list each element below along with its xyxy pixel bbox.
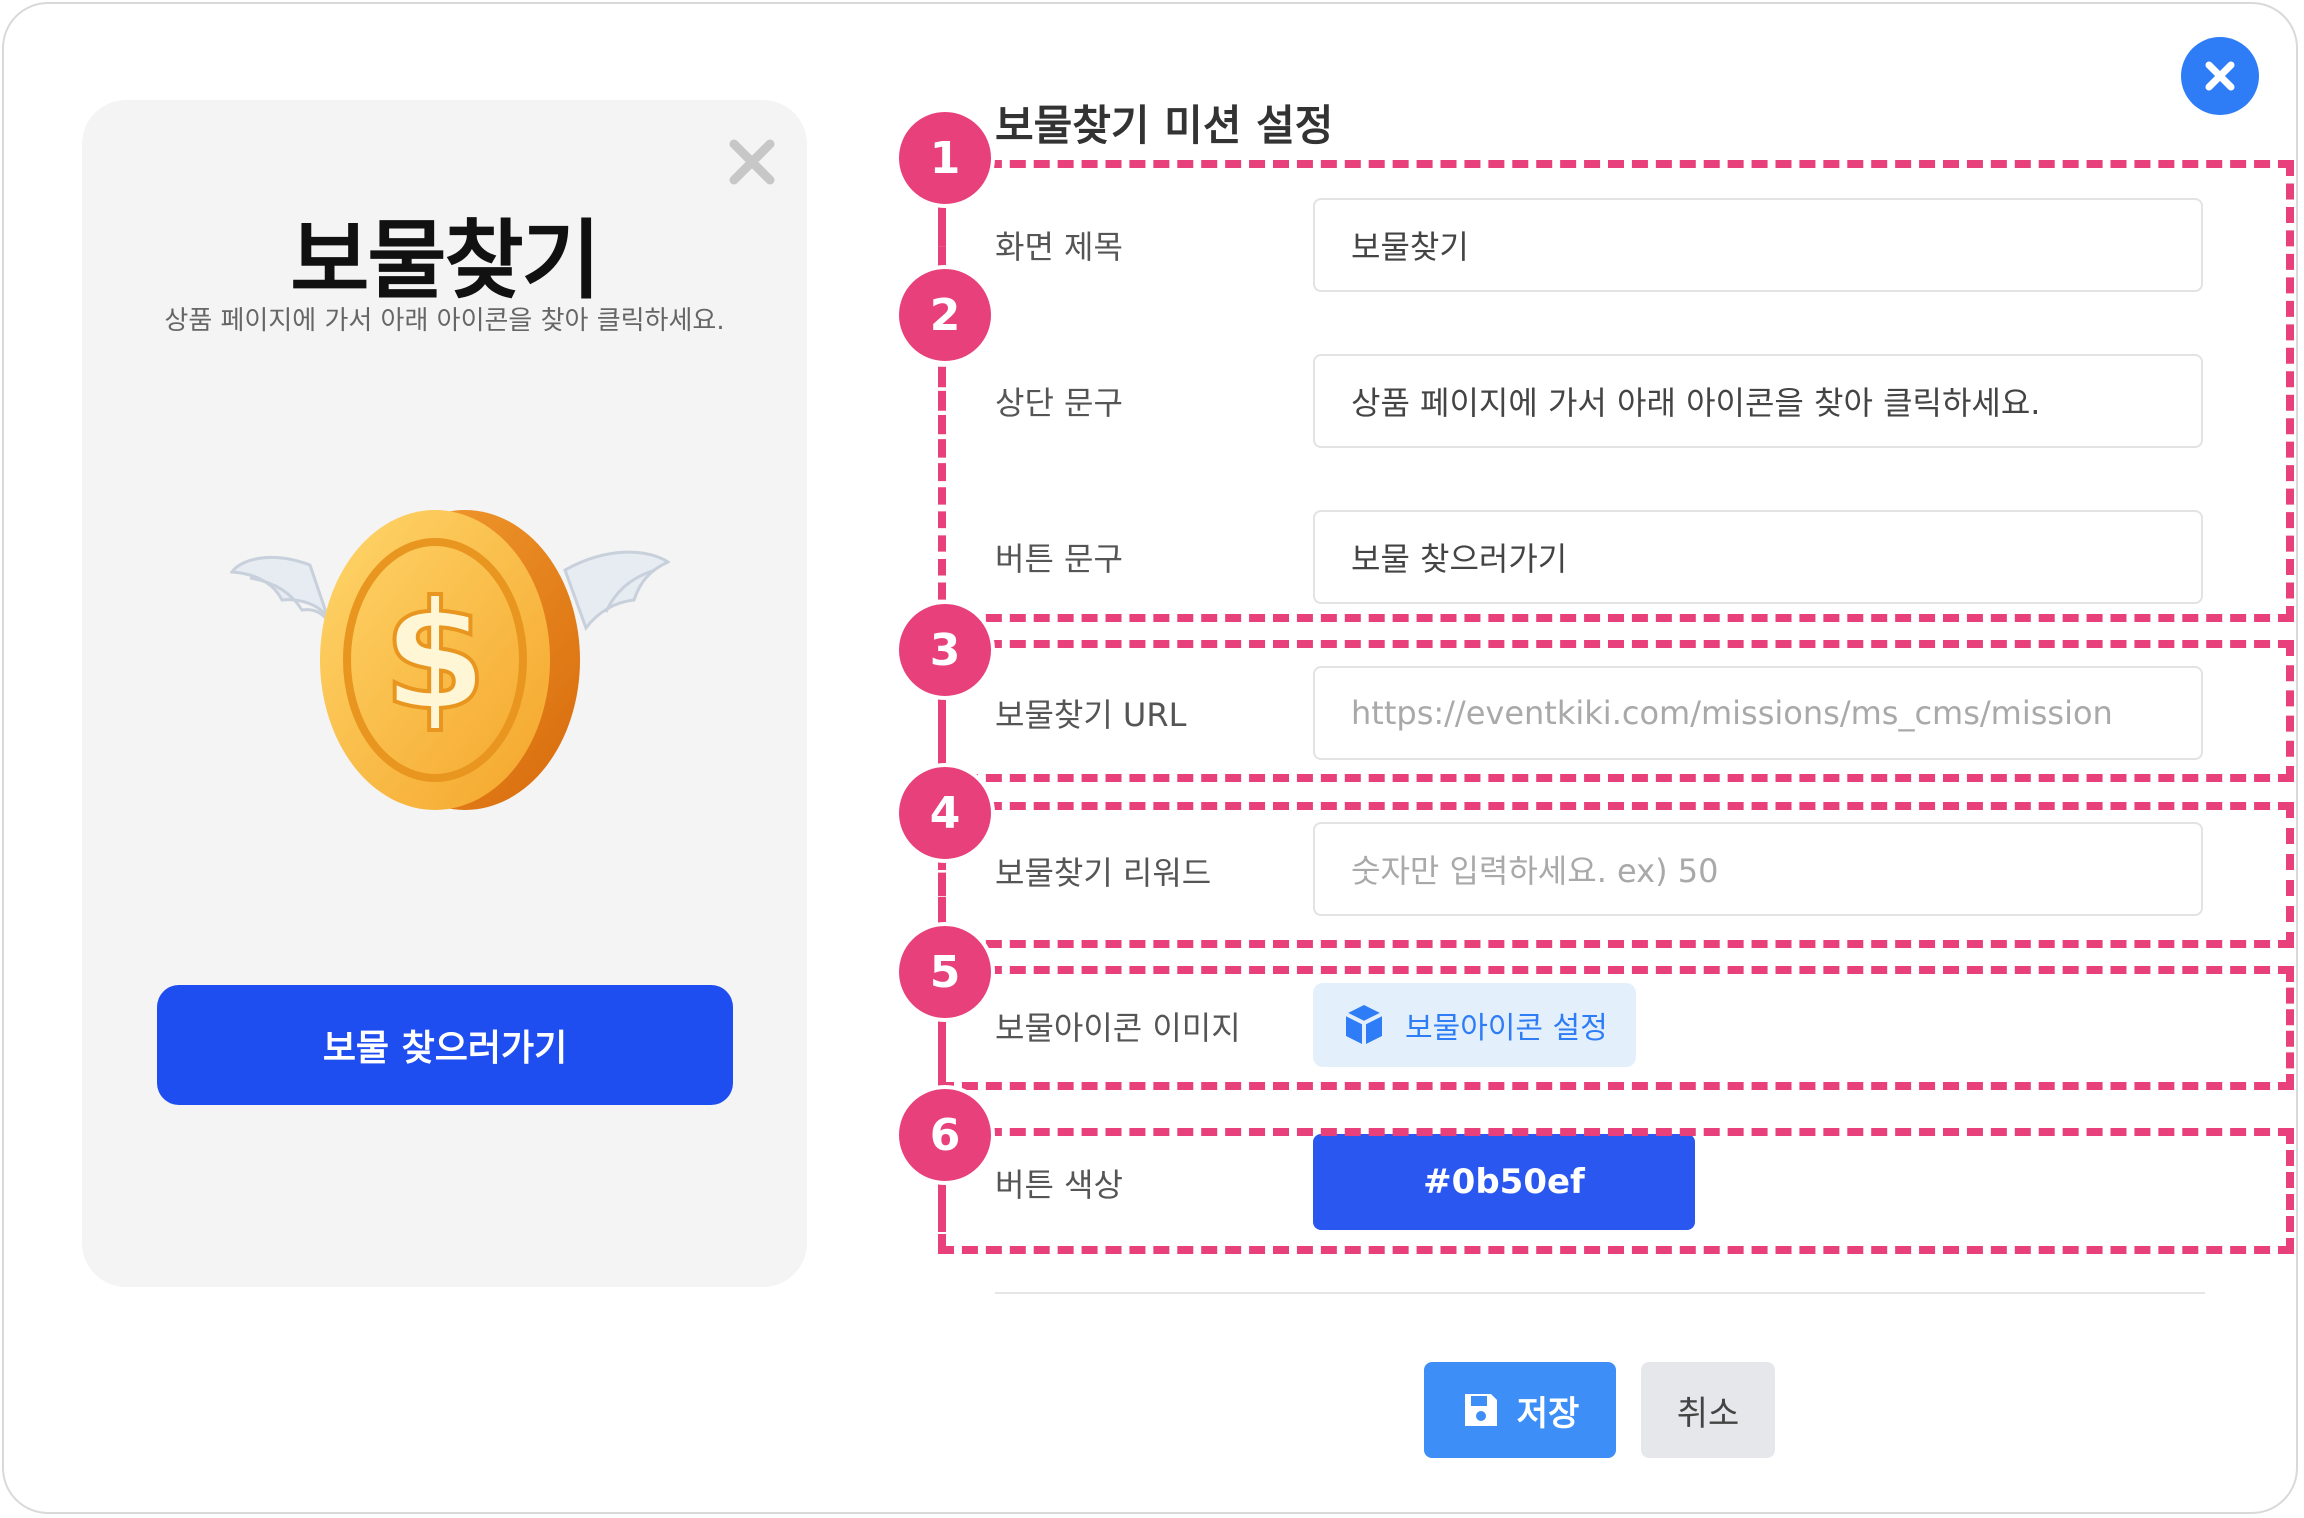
svg-text:$: $ [383, 570, 487, 744]
mission-preview-card: 보물찾기 상품 페이지에 가서 아래 아이콘을 찾아 클릭하세요. $ 보물 찾… [82, 100, 807, 1287]
preview-title: 보물찾기 [290, 211, 600, 311]
settings-title: 보물찾기 미션 설정 [995, 101, 1334, 150]
save-button[interactable]: 저장 [1424, 1362, 1616, 1458]
winged-coin-icon: $ [230, 510, 670, 810]
annotation-badge-4: 4 [895, 763, 995, 863]
preview-subtitle: 상품 페이지에 가서 아래 아이콘을 찾아 클릭하세요. [164, 306, 725, 336]
annotation-box-4 [938, 802, 2294, 948]
annotation-badge-2: 2 [895, 265, 995, 365]
annotation-box-5 [938, 966, 2294, 1090]
annotation-box-6 [938, 1128, 2294, 1254]
modal-close-button[interactable] [2181, 37, 2259, 115]
save-button-label: 저장 [1516, 1393, 1580, 1434]
floppy-disk-icon [1464, 1394, 1497, 1426]
cancel-button[interactable]: 취소 [1641, 1362, 1775, 1458]
preview-treasure-button[interactable]: 보물 찾으러가기 [157, 985, 733, 1105]
annotation-box-1-2 [938, 160, 2294, 622]
divider [995, 1292, 2205, 1294]
annotation-badge-3: 3 [895, 600, 995, 700]
annotation-badge-6: 6 [895, 1085, 995, 1185]
annotation-box-3 [938, 640, 2294, 782]
close-icon [2205, 61, 2235, 91]
annotation-badge-5: 5 [895, 922, 995, 1022]
preview-close-icon [729, 139, 775, 185]
annotation-badge-1: 1 [895, 108, 995, 208]
